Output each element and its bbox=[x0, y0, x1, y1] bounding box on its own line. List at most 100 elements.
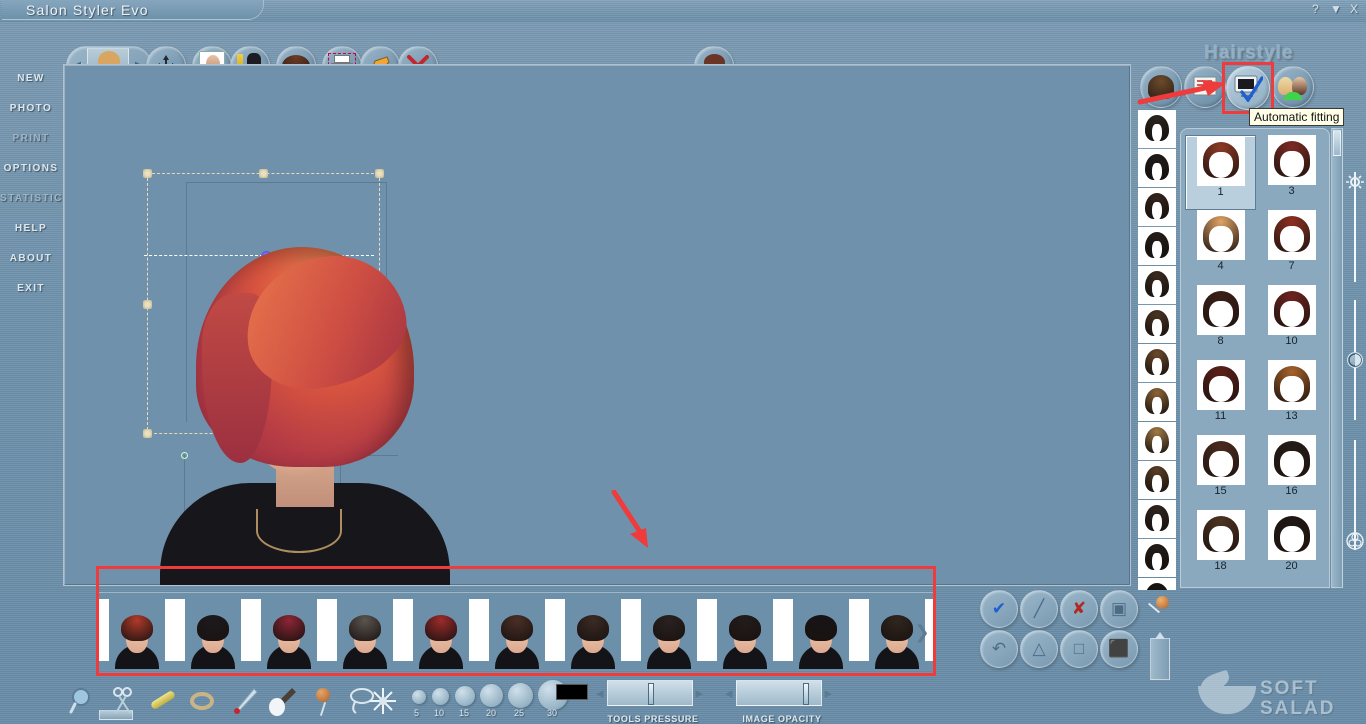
hairstyle-grid-item[interactable]: 16 bbox=[1256, 435, 1327, 510]
hairstyle-grid-item[interactable]: 8 bbox=[1185, 285, 1256, 360]
sponge-tool[interactable] bbox=[308, 686, 338, 716]
selection-handle-tc[interactable] bbox=[259, 169, 268, 178]
hairstyle-grid-item[interactable]: 10 bbox=[1256, 285, 1327, 360]
sidebar-item-about[interactable]: ABOUT bbox=[0, 244, 62, 274]
hairstyle-grid-item[interactable]: 13 bbox=[1256, 360, 1327, 435]
apply-button[interactable]: ✔ bbox=[980, 590, 1018, 628]
hair-color-swatch[interactable] bbox=[1138, 500, 1176, 538]
comb-tool[interactable] bbox=[149, 686, 180, 716]
hairstyle-grid[interactable]: 1 3 4 7 8 10 11 13 15 16 18 20 bbox=[1185, 135, 1327, 585]
filmstrip-item[interactable] bbox=[251, 595, 327, 669]
selection-handle-bl[interactable] bbox=[143, 429, 152, 438]
hair-color-swatch[interactable] bbox=[1138, 305, 1176, 343]
sparkle-tool[interactable] bbox=[368, 686, 398, 716]
contrast-slider[interactable] bbox=[1344, 300, 1366, 420]
hairstyle-grid-item[interactable]: 20 bbox=[1256, 510, 1327, 585]
help-window-button[interactable]: ? bbox=[1312, 2, 1319, 16]
hair-color-swatch[interactable] bbox=[1138, 266, 1176, 304]
sun-icon[interactable] bbox=[1345, 172, 1365, 192]
hairstyle-grid-item[interactable]: 4 bbox=[1185, 210, 1256, 285]
hair-color-strip[interactable] bbox=[1138, 110, 1178, 590]
filmstrip-next-button[interactable]: ❯ bbox=[909, 593, 933, 670]
close-window-button[interactable]: X bbox=[1350, 2, 1358, 16]
lasso-button[interactable]: △ bbox=[1020, 630, 1058, 668]
sidebar-item-options[interactable]: OPTIONS bbox=[0, 154, 62, 184]
zoom-tool[interactable] bbox=[68, 686, 98, 716]
scissors-tool[interactable] bbox=[110, 686, 140, 716]
tools-pressure-increase[interactable]: ▸ bbox=[693, 684, 707, 702]
saturation-slider[interactable] bbox=[1344, 440, 1366, 550]
filmstrip-item[interactable] bbox=[631, 595, 707, 669]
image-opacity-slider[interactable]: ◂ ▸ bbox=[722, 678, 842, 708]
hair-color-swatch[interactable] bbox=[1138, 539, 1176, 577]
tools-pressure-track[interactable] bbox=[606, 680, 693, 706]
sidebar-item-new[interactable]: NEW bbox=[0, 64, 62, 94]
foreground-color-swatch[interactable] bbox=[556, 684, 588, 700]
brush-size-5[interactable] bbox=[412, 690, 426, 704]
sidebar-item-exit[interactable]: EXIT bbox=[0, 274, 62, 304]
hair-color-swatch[interactable] bbox=[1138, 344, 1176, 382]
image-opacity-increase[interactable]: ▸ bbox=[822, 684, 836, 702]
filmstrip-item[interactable] bbox=[555, 595, 631, 669]
pen-tool[interactable] bbox=[230, 686, 260, 716]
hairstyle-grid-scrollbar[interactable] bbox=[1331, 128, 1343, 588]
hairstyle-grid-item[interactable]: 7 bbox=[1256, 210, 1327, 285]
selection-handle-tl[interactable] bbox=[143, 169, 152, 178]
contrast-knob[interactable] bbox=[1347, 352, 1363, 368]
brush-tool[interactable] bbox=[268, 686, 298, 716]
editing-canvas[interactable] bbox=[63, 64, 1131, 586]
hairstyle-grid-item[interactable]: 1 bbox=[1185, 135, 1256, 210]
hair-model-button[interactable] bbox=[1140, 66, 1182, 108]
undo-button[interactable]: ↶ bbox=[980, 630, 1018, 668]
selection-handle-ml[interactable] bbox=[143, 300, 152, 309]
sidebar-item-statistics[interactable]: STATISTICS bbox=[0, 184, 69, 214]
minimize-window-button[interactable]: ▼ bbox=[1330, 2, 1342, 16]
hairstyle-grid-scroll-thumb[interactable] bbox=[1333, 130, 1341, 156]
brightness-slider[interactable] bbox=[1344, 172, 1366, 282]
sidebar-item-help[interactable]: HELP bbox=[0, 214, 62, 244]
curl-tool[interactable] bbox=[190, 686, 220, 716]
disable-button[interactable]: ╱ bbox=[1020, 590, 1058, 628]
image-opacity-track[interactable] bbox=[735, 680, 822, 706]
brush-size-10[interactable] bbox=[432, 688, 449, 705]
hair-color-swatch[interactable] bbox=[1138, 188, 1176, 226]
model-portrait[interactable] bbox=[160, 233, 450, 585]
color-wheel-icon[interactable] bbox=[1346, 532, 1364, 550]
filmstrip-item[interactable] bbox=[783, 595, 859, 669]
filmstrip-item[interactable] bbox=[327, 595, 403, 669]
image-opacity-thumb[interactable] bbox=[802, 683, 809, 705]
compare-faces-button[interactable] bbox=[1272, 66, 1314, 108]
hair-color-swatch[interactable] bbox=[1138, 149, 1176, 187]
hair-color-swatch[interactable] bbox=[1138, 383, 1176, 421]
filmstrip-item[interactable] bbox=[479, 595, 555, 669]
selection-handle-tr[interactable] bbox=[375, 169, 384, 178]
tools-pressure-slider[interactable]: ◂ ▸ bbox=[593, 678, 713, 708]
hairstyle-grid-item[interactable]: 11 bbox=[1185, 360, 1256, 435]
image-opacity-decrease[interactable]: ◂ bbox=[722, 684, 736, 702]
automatic-fitting-button[interactable] bbox=[1226, 66, 1270, 110]
filmstrip-item[interactable] bbox=[707, 595, 783, 669]
brush-size-25[interactable] bbox=[508, 683, 533, 708]
rectangle-button[interactable]: □ bbox=[1060, 630, 1098, 668]
cancel-button[interactable]: ✘ bbox=[1060, 590, 1098, 628]
hair-color-swatch[interactable] bbox=[1138, 461, 1176, 499]
hair-color-swatch[interactable] bbox=[1138, 227, 1176, 265]
filmstrip-item[interactable] bbox=[175, 595, 251, 669]
pen-icon bbox=[234, 688, 258, 714]
sidebar-item-print[interactable]: PRINT bbox=[0, 124, 62, 154]
sidebar-item-photo[interactable]: PHOTO bbox=[0, 94, 62, 124]
hair-list-button[interactable] bbox=[1184, 66, 1226, 108]
hairstyle-filmstrip[interactable]: ❯ bbox=[99, 592, 933, 670]
filmstrip-item[interactable] bbox=[99, 595, 175, 669]
tools-pressure-decrease[interactable]: ◂ bbox=[593, 684, 607, 702]
hair-color-swatch[interactable] bbox=[1138, 422, 1176, 460]
hairstyle-grid-item[interactable]: 15 bbox=[1185, 435, 1256, 510]
hair-color-swatch[interactable] bbox=[1138, 578, 1176, 590]
brush-size-15[interactable] bbox=[455, 686, 475, 706]
tools-pressure-thumb[interactable] bbox=[647, 683, 654, 705]
hairstyle-grid-item[interactable]: 3 bbox=[1256, 135, 1327, 210]
brush-size-20[interactable] bbox=[480, 684, 503, 707]
hairstyle-grid-item[interactable]: 18 bbox=[1185, 510, 1256, 585]
filmstrip-item[interactable] bbox=[403, 595, 479, 669]
hair-color-swatch[interactable] bbox=[1138, 110, 1176, 148]
